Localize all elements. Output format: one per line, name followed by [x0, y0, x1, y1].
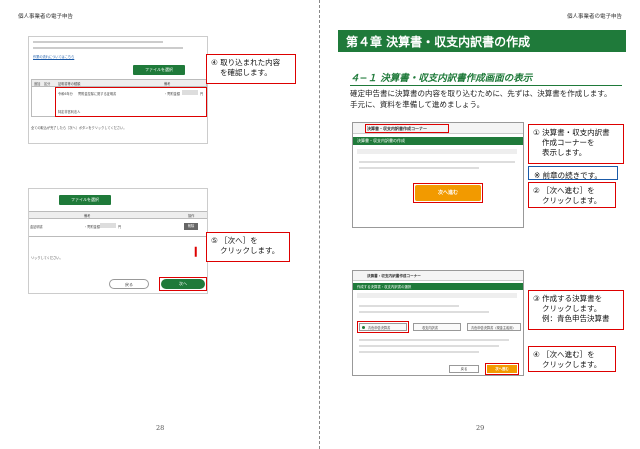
option-cash-basis[interactable]: 青色申告決算書（現金主義用）: [467, 323, 521, 331]
screenshot-select-statement: 決算書・収支内訳書作成コーナー 作成する決算書・収支内訳書の選択 青色申告決算書…: [352, 270, 524, 376]
option-label: 青色申告決算書（現金主義用）: [471, 326, 516, 330]
table-header: 備考 操作: [29, 212, 207, 219]
shotA-text-line: [359, 161, 515, 163]
green-bar-label: 作成する決算書・収支内訳書の選択: [357, 285, 412, 289]
callout-line: クリックします。: [542, 304, 602, 313]
col-header: 備考: [84, 214, 91, 218]
back-button[interactable]: 戻る: [449, 365, 479, 373]
shotB-text-line: [359, 311, 489, 313]
file-select-button[interactable]: ファイルを選択: [133, 65, 185, 75]
page-number: 28: [156, 424, 165, 432]
running-header: 個人事業者の電子申告: [566, 14, 622, 20]
section-title: ４−１ 決算書・収支内訳書作成画面の表示: [350, 70, 622, 86]
callout-line: 取り込まれた内容: [220, 58, 281, 67]
callout-step-2: ② ［次へ進む］を クリックします。: [528, 182, 616, 208]
step-number: ②: [533, 186, 540, 195]
shotB-text-line: [359, 345, 499, 347]
shotB-text-line: [359, 351, 479, 353]
row-note: ・寄附金額: [84, 225, 100, 229]
shotB-text-line: [359, 305, 459, 307]
green-bar-label: 決算書・収支内訳書の作成: [357, 138, 405, 143]
callout-line: 作成コーナーを: [542, 138, 595, 147]
table-header: 追加 区分 証明書等の種類 備考: [32, 80, 206, 87]
callout-line: を確認します。: [220, 68, 272, 77]
callout-step-4: ④ ［次へ進む］を クリックします。: [528, 346, 616, 372]
step-number: ⑤: [211, 236, 218, 245]
highlight-next-button: [485, 363, 519, 375]
guide-link[interactable]: 作業の流れについてはこちら: [33, 54, 74, 59]
option-label: 収支内訳書: [422, 326, 438, 330]
col-header: 備考: [164, 82, 171, 86]
amount-box: [100, 223, 116, 228]
note-continued: ※ 前章の続きです。: [528, 166, 618, 180]
intro-line: 手元に、資料を準備して進めましょう。: [350, 100, 485, 109]
shot1-footer: 全ての取込が完了したら［次へ］ボタンをクリックしてください。: [31, 126, 127, 130]
callout-line: ［次へ進む］を: [542, 350, 595, 359]
right-page: 個人事業者の電子申告 第４章 決算書・収支内訳書の作成 ４−１ 決算書・収支内訳…: [320, 0, 640, 449]
callout-line: ［次へ］を: [220, 236, 258, 245]
table-row: 金証明書 ・寄附金額 円 削除: [29, 219, 207, 237]
col-header: 追加: [34, 82, 41, 86]
col-header: 操作: [188, 214, 195, 218]
step-number: ③: [533, 294, 540, 303]
screenshot-next-button: ファイルを選択 備考 操作 金証明書 ・寄附金額 円 削除 リックしてください。…: [28, 188, 208, 294]
highlight-imported-row: [55, 87, 207, 117]
callout-step-1: ① 決算書・収支内訳書 作成コーナーを 表示します。: [528, 124, 624, 164]
green-title-bar: 作成する決算書・収支内訳書の選択: [353, 283, 523, 290]
green-title-bar: 決算書・収支内訳書の作成: [353, 137, 523, 145]
shotB-text-line: [359, 339, 509, 341]
callout-line: クリックします。: [220, 246, 280, 255]
step-indicator: [357, 293, 517, 298]
callout-line: クリックします。: [542, 196, 602, 205]
highlight-next-button: [159, 277, 207, 291]
callout-line: 例：青色申告決算書: [542, 314, 610, 323]
option-income-statement[interactable]: 収支内訳書: [413, 323, 461, 331]
row-unit: 円: [118, 225, 122, 229]
shot1-text-line: [33, 41, 163, 43]
intro-line: 確定申告書に決算書の内容を取り込むために、先ずは、決算書を作成します。: [350, 89, 612, 98]
row-label: 金証明書: [30, 225, 43, 229]
intro-text: 確定申告書に決算書の内容を取り込むために、先ずは、決算書を作成します。 手元に、…: [350, 88, 612, 110]
screenshot-settlement-corner: 決算書・収支内訳書作成コーナー 決算書・収支内訳書の作成 次へ進む: [352, 122, 524, 228]
step-number: ①: [533, 128, 540, 137]
callout-line: 作成する決算書を: [542, 294, 603, 303]
callout-line: 表示します。: [542, 148, 587, 157]
shotA-text-line: [359, 167, 479, 169]
col-header: 証明書等の種類: [58, 82, 81, 86]
left-page: 個人事業者の電子申告 作業の流れについてはこちら ファイルを選択 追加 区分 証…: [0, 0, 320, 449]
shot1-text-line: [33, 47, 183, 49]
highlight-corner-title: [365, 124, 449, 133]
highlight-option: [357, 321, 409, 333]
page-number: 29: [476, 424, 485, 432]
highlight-next-button: [413, 183, 483, 203]
step-number: ④: [211, 58, 218, 67]
certificate-table: 備考 操作 金証明書 ・寄附金額 円 削除: [29, 211, 207, 237]
step-indicator: [357, 149, 517, 154]
shot2-footer: リックしてください。: [31, 256, 63, 260]
corner-title: 決算書・収支内訳書作成コーナー: [367, 274, 421, 278]
col-header: 区分: [44, 82, 51, 86]
running-header: 個人事業者の電子申告: [18, 14, 74, 20]
callout-line: ［次へ進む］を: [542, 186, 595, 195]
callout-step-4: ④ 取り込まれた内容 を確認します。: [206, 54, 296, 84]
delete-button[interactable]: 削除: [184, 223, 198, 230]
callout-line: 決算書・収支内訳書: [542, 128, 610, 137]
screenshot-import-result: 作業の流れについてはこちら ファイルを選択 追加 区分 証明書等の種類 備考 令…: [28, 36, 208, 144]
file-select-button[interactable]: ファイルを選択: [59, 195, 111, 205]
callout-line: クリックします。: [542, 360, 602, 369]
step-number: ④: [533, 350, 540, 359]
callout-step-3: ③ 作成する決算書を クリックします。 例：青色申告決算書: [528, 290, 624, 330]
callout-step-5: ⑤ ［次へ］を クリックします。: [206, 232, 290, 262]
connector-line: [195, 246, 197, 257]
chapter-title: 第４章 決算書・収支内訳書の作成: [338, 30, 626, 52]
back-button[interactable]: 戻る: [109, 279, 149, 289]
